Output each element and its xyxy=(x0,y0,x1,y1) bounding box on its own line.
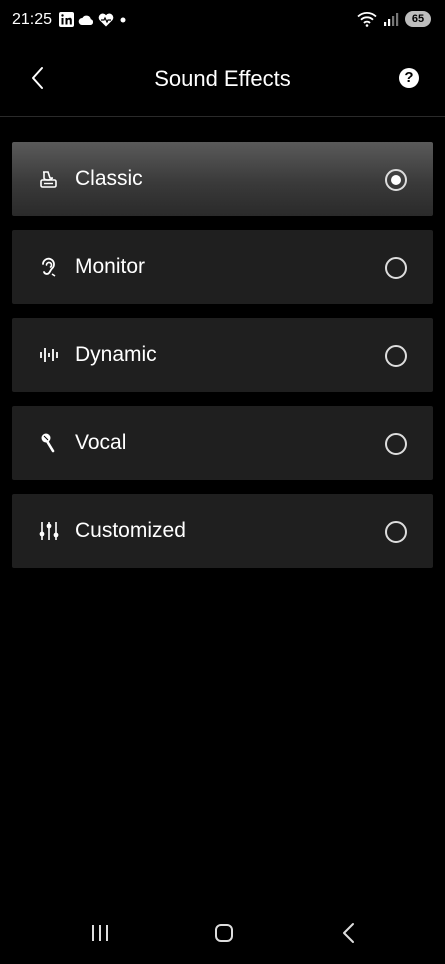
system-nav-bar xyxy=(0,904,445,964)
battery-icon: 65 xyxy=(405,11,431,27)
dot-icon xyxy=(120,17,126,22)
effect-label: Monitor xyxy=(75,255,146,278)
notification-icons xyxy=(59,12,128,27)
status-time: 21:25 xyxy=(12,11,53,28)
effect-item-classic[interactable]: Classic xyxy=(12,142,433,216)
heart-icon xyxy=(98,13,114,26)
radio-button[interactable] xyxy=(385,433,407,455)
effect-item-customized[interactable]: Customized xyxy=(12,494,433,568)
effect-label: Customized xyxy=(75,519,186,542)
page-title: Sound Effects xyxy=(154,66,291,91)
effect-label: Dynamic xyxy=(75,343,157,366)
effect-label: Vocal xyxy=(75,431,127,454)
effect-item-dynamic[interactable]: Dynamic xyxy=(12,318,433,392)
wifi-icon xyxy=(357,12,377,27)
cloud-icon xyxy=(78,15,94,25)
help-icon[interactable]: ? xyxy=(399,68,419,88)
sound-effects-screen: 21:25 65 Sound Effects ? Classic Monitor… xyxy=(0,0,445,964)
signal-icon xyxy=(384,13,399,26)
header-divider xyxy=(0,116,445,117)
radio-button-checked[interactable] xyxy=(385,169,407,191)
radio-button[interactable] xyxy=(385,345,407,367)
radio-button[interactable] xyxy=(385,521,407,543)
radio-button[interactable] xyxy=(385,257,407,279)
effect-item-monitor[interactable]: Monitor xyxy=(12,230,433,304)
header: Sound Effects ? xyxy=(0,50,445,110)
effect-label: Classic xyxy=(75,167,143,190)
waveform-icon xyxy=(40,348,58,362)
effect-item-vocal[interactable]: Vocal xyxy=(12,406,433,480)
gramophone-icon xyxy=(40,171,57,188)
back-icon[interactable] xyxy=(334,918,364,948)
sliders-icon xyxy=(39,522,59,540)
home-icon[interactable] xyxy=(209,918,239,948)
system-status: 65 xyxy=(357,11,431,27)
effects-list: Classic Monitor Dynamic Vocal Customized xyxy=(12,142,433,582)
microphone-icon xyxy=(41,433,55,453)
recents-icon[interactable] xyxy=(85,918,115,948)
linkedin-icon xyxy=(59,12,74,27)
ear-icon xyxy=(42,257,56,277)
status-bar: 21:25 65 xyxy=(0,0,445,40)
